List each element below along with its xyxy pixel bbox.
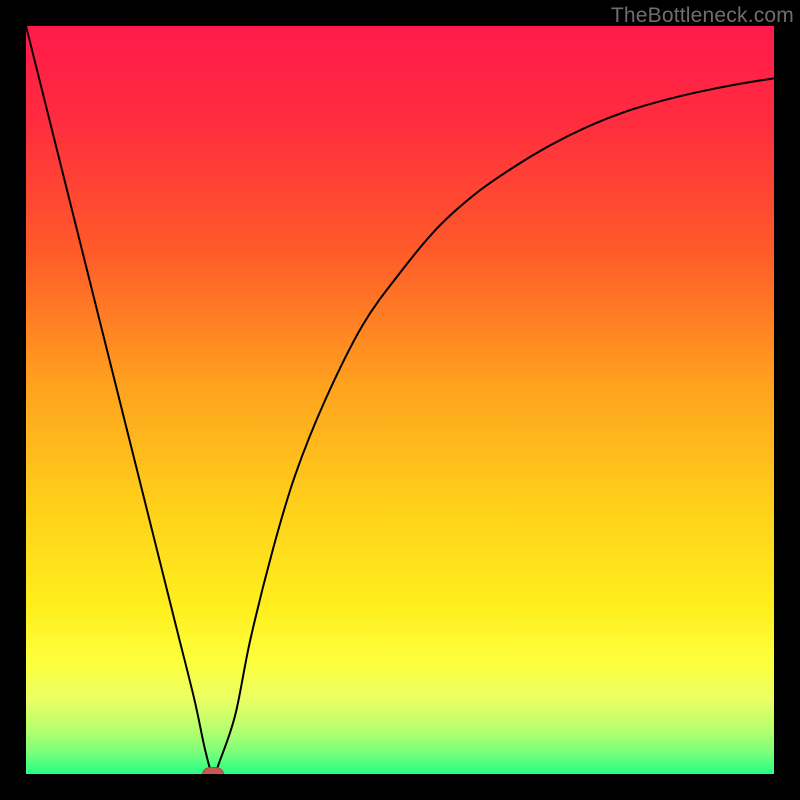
- bottleneck-curve: [26, 26, 774, 774]
- plot-area: [26, 26, 774, 774]
- minimum-marker: [202, 767, 224, 774]
- watermark-text: TheBottleneck.com: [611, 4, 794, 28]
- chart-frame: TheBottleneck.com: [0, 0, 800, 800]
